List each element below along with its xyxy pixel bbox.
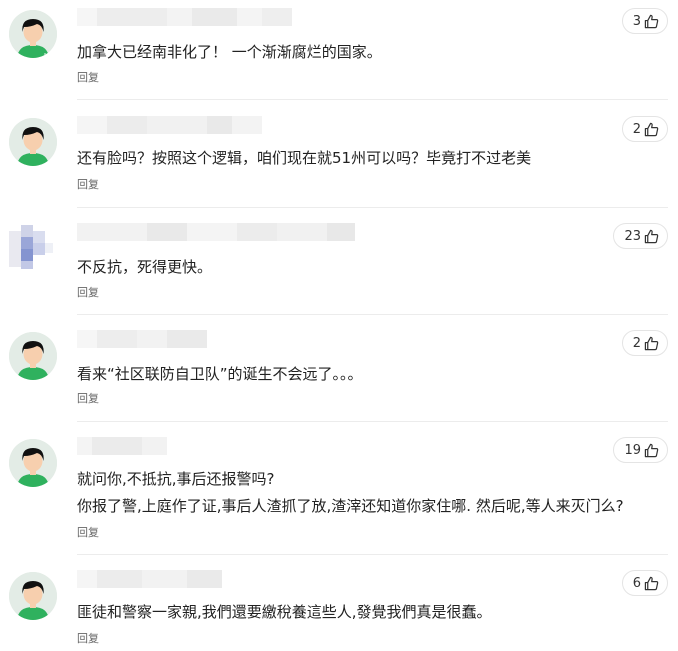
like-button[interactable]: 2 bbox=[621, 116, 668, 142]
comment-text: 匪徒和警察一家親,我們還要繳稅養這些人,發覺我們真是很蠢。 bbox=[77, 600, 666, 624]
like-count: 23 bbox=[624, 228, 641, 244]
comment-text-line: 不反抗，死得更快。 bbox=[77, 258, 213, 276]
default-avatar-icon bbox=[9, 10, 57, 58]
divider bbox=[77, 99, 668, 100]
reply-link[interactable]: 回复 bbox=[77, 176, 99, 192]
comment-item: 3 加拿大已经南非化了！ 一个渐渐腐烂的国家。 回复 bbox=[0, 8, 678, 100]
comment-text: 还有脸吗？按照这个逻辑，咱们现在就51州可以吗？毕竟打不过老美 bbox=[77, 146, 666, 170]
comment-text: 看来“社区联防自卫队”的诞生不会远了。。。 bbox=[77, 362, 666, 386]
comment-text: 就问你,不抵抗,事后还报警吗? 你报了警,上庭作了证,事后人渣抓了放,渣滓还知道… bbox=[77, 467, 666, 518]
default-avatar-icon bbox=[9, 118, 57, 166]
reply-link[interactable]: 回复 bbox=[77, 284, 99, 300]
comment-text: 加拿大已经南非化了！ 一个渐渐腐烂的国家。 bbox=[77, 40, 666, 64]
default-avatar-icon bbox=[9, 439, 57, 487]
username-masked bbox=[77, 223, 355, 241]
comment-text-line: 匪徒和警察一家親,我們還要繳稅養這些人,發覺我們真是很蠢。 bbox=[77, 603, 492, 621]
like-button[interactable]: 6 bbox=[621, 570, 668, 596]
reply-link[interactable]: 回复 bbox=[77, 390, 99, 406]
divider bbox=[77, 421, 668, 422]
divider bbox=[77, 207, 668, 208]
user-avatar[interactable] bbox=[9, 572, 57, 620]
default-avatar-icon bbox=[9, 572, 57, 620]
reply-link[interactable]: 回复 bbox=[77, 69, 99, 85]
comment-text-line: 你报了警,上庭作了证,事后人渣抓了放,渣滓还知道你家住哪. 然后呢,等人来灭门么… bbox=[77, 497, 624, 515]
comment-text-line: 看来“社区联防自卫队”的诞生不会远了。。。 bbox=[77, 365, 363, 383]
user-avatar[interactable] bbox=[9, 439, 57, 487]
thumbs-up-icon bbox=[644, 443, 659, 457]
divider bbox=[77, 554, 668, 555]
username-masked bbox=[77, 570, 222, 588]
comment-text-line: 还有脸吗？按照这个逻辑，咱们现在就51州可以吗？毕竟打不过老美 bbox=[77, 149, 532, 167]
like-button[interactable]: 19 bbox=[613, 437, 668, 463]
divider bbox=[77, 314, 668, 315]
thumbs-up-icon bbox=[644, 576, 659, 590]
like-button[interactable]: 2 bbox=[621, 330, 668, 356]
comment-text: 不反抗，死得更快。 bbox=[77, 255, 666, 279]
like-count: 19 bbox=[624, 442, 641, 458]
default-avatar-icon bbox=[9, 332, 57, 380]
user-avatar[interactable] bbox=[9, 10, 57, 58]
thumbs-up-icon bbox=[644, 14, 659, 28]
thumbs-up-icon bbox=[644, 336, 659, 350]
user-avatar[interactable] bbox=[9, 332, 57, 380]
username-masked bbox=[77, 437, 167, 455]
like-button[interactable]: 23 bbox=[613, 223, 668, 249]
reply-link[interactable]: 回复 bbox=[77, 524, 99, 540]
comment-item: 6 匪徒和警察一家親,我們還要繳稅養這些人,發覺我們真是很蠢。 回复 bbox=[0, 570, 678, 651]
user-avatar[interactable] bbox=[9, 225, 57, 273]
comment-item: 2 看来“社区联防自卫队”的诞生不会远了。。。 回复 bbox=[0, 330, 678, 422]
comment-item: 19 就问你,不抵抗,事后还报警吗? 你报了警,上庭作了证,事后人渣抓了放,渣滓… bbox=[0, 437, 678, 555]
comment-item: 2 还有脸吗？按照这个逻辑，咱们现在就51州可以吗？毕竟打不过老美 回复 bbox=[0, 116, 678, 208]
username-masked bbox=[77, 8, 292, 26]
like-count: 2 bbox=[632, 121, 641, 137]
like-count: 6 bbox=[632, 575, 641, 591]
like-count: 3 bbox=[632, 13, 641, 29]
comment-item: 23 不反抗，死得更快。 回复 bbox=[0, 223, 678, 315]
user-avatar[interactable] bbox=[9, 118, 57, 166]
username-masked bbox=[77, 330, 207, 348]
comment-text-line: 就问你,不抵抗,事后还报警吗? bbox=[77, 470, 275, 488]
thumbs-up-icon bbox=[644, 229, 659, 243]
like-button[interactable]: 3 bbox=[621, 8, 668, 34]
comment-text-line: 加拿大已经南非化了！ 一个渐渐腐烂的国家。 bbox=[77, 43, 382, 61]
reply-link[interactable]: 回复 bbox=[77, 630, 99, 646]
thumbs-up-icon bbox=[644, 122, 659, 136]
like-count: 2 bbox=[632, 335, 641, 351]
pixelated-avatar-icon bbox=[9, 225, 57, 273]
username-masked bbox=[77, 116, 262, 134]
